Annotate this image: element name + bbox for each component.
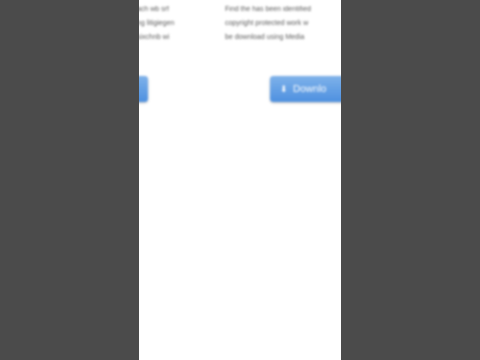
download-icon: ⬇ xyxy=(280,84,288,94)
left-text-line: sixchnb wi xyxy=(139,34,170,41)
right-text-column: Find the has been identified copyright p… xyxy=(225,3,341,45)
download-button-label: Downlo xyxy=(293,84,327,95)
left-action-button[interactable] xyxy=(139,76,148,102)
right-text-line: copyright protected work w xyxy=(225,20,309,27)
right-text-line: Find the has been identified xyxy=(225,6,312,13)
content-panel: ach wb srf ng litigiegen sixchnb wi Find… xyxy=(139,0,341,360)
right-pillarbox xyxy=(341,0,480,360)
right-text-line: be download using Media xyxy=(225,34,305,41)
left-text-line: ng litigiegen xyxy=(139,20,175,27)
left-text-column: ach wb srf ng litigiegen sixchnb wi xyxy=(139,3,197,45)
download-button[interactable]: ⬇ Downlo xyxy=(270,76,341,102)
left-pillarbox xyxy=(0,0,139,360)
left-text-line: ach wb srf xyxy=(139,6,169,13)
